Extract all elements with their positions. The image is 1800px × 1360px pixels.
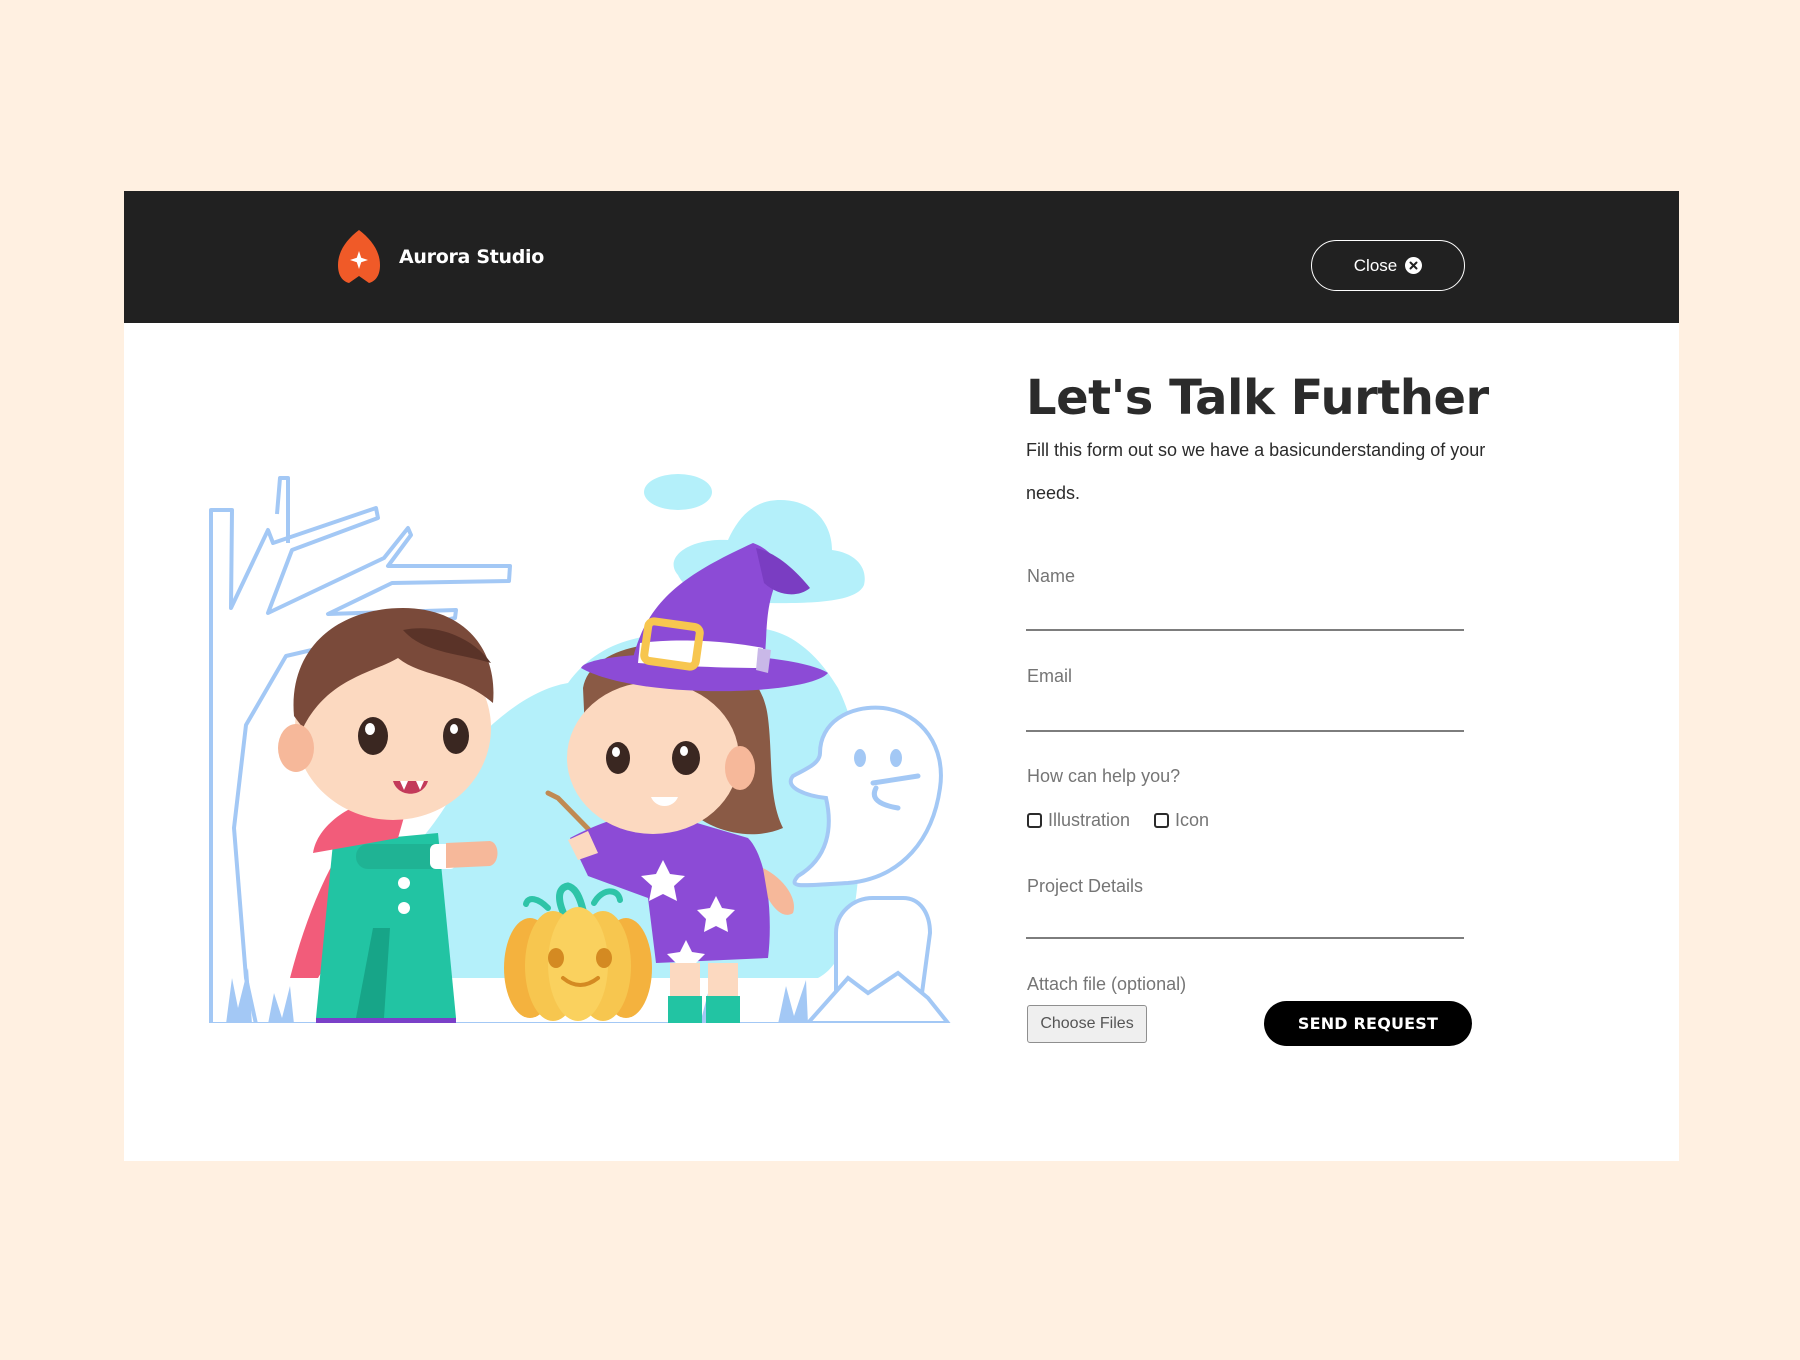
icon-checkbox[interactable]	[1154, 812, 1170, 828]
email-label: Email	[1027, 666, 1073, 686]
attach-file-label: Attach file (optional)	[1027, 974, 1187, 994]
name-field[interactable]	[1026, 595, 1464, 631]
illustration-option[interactable]: Illustration	[1027, 810, 1130, 831]
help-question-label: How can help you?	[1027, 766, 1181, 786]
illustration-checkbox[interactable]	[1027, 812, 1042, 828]
choose-files-button[interactable]: Choose Files	[1027, 1005, 1147, 1043]
service-options: Illustration Icon	[1027, 808, 1233, 832]
contact-form: Let's Talk Further Fill this form out so…	[1025, 191, 1585, 1161]
project-details-field[interactable]	[1026, 903, 1464, 939]
page-title: Let's Talk Further	[1026, 370, 1489, 426]
flame-star-icon	[338, 230, 380, 283]
icon-option-label: Icon	[1175, 809, 1210, 830]
contact-modal: Aurora Studio Close Let's Talk Further F…	[124, 191, 1679, 1161]
halloween-kids-illustration	[209, 474, 951, 1023]
icon-option[interactable]: Icon	[1154, 810, 1209, 831]
name-label: Name	[1027, 566, 1076, 586]
illustration-option-label: Illustration	[1048, 809, 1131, 830]
project-details-label: Project Details	[1027, 876, 1144, 896]
brand: Aurora Studio	[335, 229, 544, 285]
send-request-button[interactable]: SEND REQUEST	[1264, 1001, 1472, 1046]
email-field[interactable]	[1026, 696, 1464, 732]
form-subtitle: Fill this form out so we have a basicund…	[1026, 440, 1486, 503]
brand-name: Aurora Studio	[399, 246, 545, 268]
